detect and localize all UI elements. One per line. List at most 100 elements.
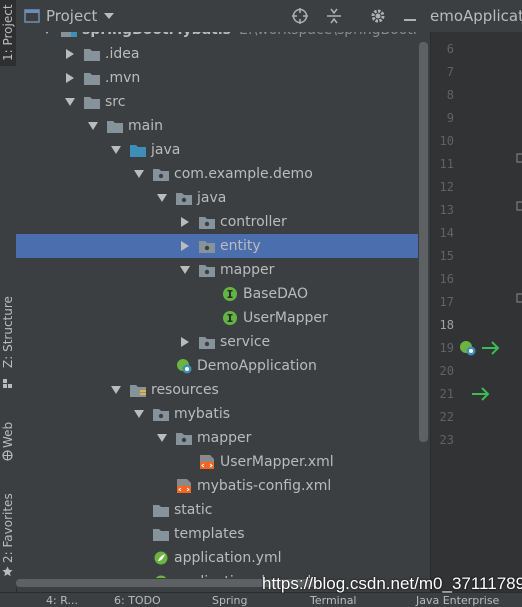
tree-node-springbootmybatis[interactable]: springBootMybatis E:\workspace\springBoot… — [16, 32, 430, 42]
tree-node-label: UserMapper — [243, 310, 328, 326]
expand-arrow-down-icon[interactable] — [109, 143, 123, 157]
fold-marker-icon[interactable] — [514, 292, 522, 312]
project-view-selector[interactable]: Project — [24, 7, 115, 25]
bottom-tab-spring[interactable]: Spring — [212, 594, 248, 607]
expand-arrow-down-icon[interactable] — [155, 191, 169, 205]
tree-node-static[interactable]: static — [16, 498, 430, 522]
resources-folder-icon — [129, 382, 147, 398]
package-icon — [175, 430, 193, 446]
tree-node-mybatis[interactable]: mybatis — [16, 402, 430, 426]
tree-node-com-example-demo[interactable]: com.example.demo — [16, 162, 430, 186]
tree-node-mapper[interactable]: mapper — [16, 258, 430, 282]
tree-node-label: UserMapper.xml — [220, 454, 334, 470]
editor-tab[interactable]: emoApplicatio — [430, 0, 522, 32]
tree-node--mvn[interactable]: .mvn — [16, 66, 430, 90]
favorites-side-tab[interactable]: 2: Favorites — [0, 486, 16, 570]
tree-node-java[interactable]: java — [16, 186, 430, 210]
expand-arrow-down-icon[interactable] — [132, 407, 146, 421]
line-number: 15 — [439, 249, 454, 263]
bottom-tab-todo[interactable]: 6: TODO — [114, 594, 161, 607]
fold-marker-icon[interactable] — [514, 152, 522, 172]
expand-arrow-down-icon[interactable] — [178, 263, 192, 277]
folder-icon — [152, 502, 170, 518]
expand-arrow-right-icon[interactable] — [178, 239, 192, 253]
tree-node-service[interactable]: service — [16, 330, 430, 354]
folder-icon — [152, 526, 170, 542]
collapse-icon — [327, 8, 341, 24]
tree-node-label: application.yml — [174, 550, 282, 566]
tree-node-demoapplication[interactable]: DemoApplication — [16, 354, 430, 378]
tree-node-label: main — [128, 118, 163, 134]
tree-node-label: controller — [220, 214, 287, 230]
spring-bean-icon[interactable] — [458, 338, 478, 358]
tree-node-label: java — [197, 190, 227, 206]
package-icon — [198, 334, 216, 350]
chevron-down-icon — [104, 13, 115, 19]
tree-node-label: service — [220, 334, 271, 350]
no-arrow-spacer — [201, 287, 215, 301]
line-number: 22 — [439, 410, 454, 424]
tree-node-label: springBootMybatis — [82, 32, 231, 38]
structure-side-tab[interactable]: Z: Structure — [0, 292, 16, 372]
bottom-tab-java-enterprise[interactable]: Java Enterprise — [416, 594, 499, 607]
tree-node-label: DemoApplication — [197, 358, 317, 374]
hide-panel-button[interactable] — [400, 6, 420, 26]
bottom-tab-r[interactable]: 4: R... — [46, 594, 78, 607]
expand-arrow-right-icon[interactable] — [178, 215, 192, 229]
tree-node--idea[interactable]: .idea — [16, 42, 430, 66]
expand-arrow-down-icon[interactable] — [132, 167, 146, 181]
expand-arrow-down-icon[interactable] — [86, 119, 100, 133]
line-number: 6 — [446, 42, 454, 56]
spring-config-icon — [152, 550, 170, 566]
run-arrow-icon[interactable] — [470, 384, 492, 404]
collapse-all-button[interactable] — [324, 6, 344, 26]
settings-button[interactable] — [368, 6, 388, 26]
tree-node-application-yml[interactable]: application.yml — [16, 546, 430, 570]
expand-arrow-down-icon[interactable] — [155, 431, 169, 445]
expand-arrow-down-icon[interactable] — [109, 383, 123, 397]
package-icon — [152, 166, 170, 182]
run-arrow-icon[interactable] — [480, 338, 502, 358]
tree-node-basedao[interactable]: BaseDAO — [16, 282, 430, 306]
expand-arrow-down-icon[interactable] — [40, 32, 54, 37]
line-number: 7 — [446, 65, 454, 79]
tree-node-usermapper[interactable]: UserMapper — [16, 306, 430, 330]
interface-icon — [221, 310, 239, 326]
bottom-tab-terminal[interactable]: Terminal — [310, 594, 357, 607]
locate-button[interactable] — [290, 6, 310, 26]
web-side-tab-label: Web — [1, 421, 15, 449]
package-icon — [152, 406, 170, 422]
tree-node-label: resources — [151, 382, 219, 398]
expand-arrow-right-icon[interactable] — [63, 71, 77, 85]
structure-icon — [3, 379, 12, 388]
tree-node-templates[interactable]: templates — [16, 522, 430, 546]
structure-side-tab-label: Z: Structure — [1, 296, 15, 368]
tree-node-label: mybatis-config.xml — [197, 478, 332, 494]
tree-node-src[interactable]: src — [16, 90, 430, 114]
line-number: 16 — [439, 272, 454, 286]
tree-node-mapper[interactable]: mapper — [16, 426, 430, 450]
fold-marker-icon[interactable] — [514, 200, 522, 220]
tree-node-resources[interactable]: resources — [16, 378, 430, 402]
star-icon — [2, 566, 13, 577]
tree-node-main[interactable]: main — [16, 114, 430, 138]
tree-node-java[interactable]: java — [16, 138, 430, 162]
tree-node-controller[interactable]: controller — [16, 210, 430, 234]
no-arrow-spacer — [132, 503, 146, 517]
tree-node-label: com.example.demo — [174, 166, 313, 182]
line-number: 21 — [439, 387, 454, 401]
module-folder-icon — [60, 32, 78, 38]
expand-arrow-right-icon[interactable] — [63, 47, 77, 61]
tree-node-label: mapper — [220, 262, 275, 278]
vertical-scrollbar-thumb[interactable] — [419, 42, 428, 442]
expand-arrow-down-icon[interactable] — [63, 95, 77, 109]
expand-arrow-right-icon[interactable] — [178, 335, 192, 349]
vertical-scrollbar[interactable] — [418, 32, 430, 578]
tree-node-entity[interactable]: entity — [16, 234, 430, 258]
tree-node-label: java — [151, 142, 181, 158]
tree-node-usermapper-xml[interactable]: UserMapper.xml — [16, 450, 430, 474]
project-tree[interactable]: springBootMybatis E:\workspace\springBoot… — [16, 32, 430, 578]
project-side-tab[interactable]: 1: Project — [0, 0, 16, 66]
crosshair-icon — [292, 8, 308, 24]
tree-node-mybatis-config-xml[interactable]: mybatis-config.xml — [16, 474, 430, 498]
